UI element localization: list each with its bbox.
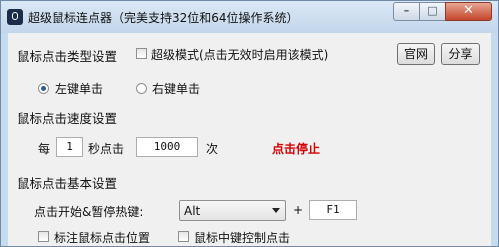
hotkey-modifier-select[interactable]: Alt xyxy=(179,200,286,221)
window-title: 超级鼠标连点器（完美支持32位和64位操作系统） xyxy=(28,11,299,25)
mark-position-checkbox[interactable] xyxy=(38,231,49,242)
middle-button-label[interactable]: 鼠标中键控制点击 xyxy=(194,229,290,246)
minimize-icon: – xyxy=(403,4,410,17)
hotkey-modifier-value: Alt xyxy=(184,204,201,218)
left-click-label[interactable]: 左键单击 xyxy=(55,80,103,97)
click-status: 点击停止 xyxy=(272,142,321,156)
close-button[interactable]: ✕ xyxy=(445,2,492,21)
seconds-clicks-label: 秒点击 xyxy=(88,142,125,156)
website-button[interactable]: 官网 xyxy=(397,43,435,65)
times-label: 次 xyxy=(206,142,219,156)
close-icon: ✕ xyxy=(463,3,474,18)
hotkey-key-input[interactable]: F1 xyxy=(309,200,357,220)
super-mode-checkbox[interactable] xyxy=(136,48,147,59)
client-area: 鼠标点击类型设置 超级模式(点击无效时启用该模式) 官网 分享 左键单击 右键单… xyxy=(8,33,491,246)
hotkey-label: 点击开始&暂停热键: xyxy=(34,205,144,219)
title-bar[interactable]: 超级鼠标连点器（完美支持32位和64位操作系统） – □ ✕ xyxy=(1,1,498,33)
right-click-label[interactable]: 右键单击 xyxy=(152,80,200,97)
maximize-icon: □ xyxy=(427,4,438,17)
mouse-app-icon xyxy=(7,9,23,25)
mark-position-label[interactable]: 标注鼠标点击位置 xyxy=(54,229,150,246)
maximize-button[interactable]: □ xyxy=(419,2,446,21)
clicks-input[interactable]: 1000 xyxy=(136,137,198,157)
super-mode-label[interactable]: 超级模式(点击无效时启用该模式) xyxy=(151,46,328,63)
left-click-radio[interactable] xyxy=(38,83,49,94)
middle-button-checkbox[interactable] xyxy=(178,231,189,242)
every-label: 每 xyxy=(38,142,51,156)
right-click-radio[interactable] xyxy=(136,83,147,94)
click-type-heading: 鼠标点击类型设置 xyxy=(17,49,118,64)
plus-sign: + xyxy=(293,203,304,217)
speed-heading: 鼠标点击速度设置 xyxy=(17,111,118,126)
basic-settings-heading: 鼠标点击基本设置 xyxy=(17,176,118,191)
share-button[interactable]: 分享 xyxy=(441,43,480,65)
chevron-down-icon xyxy=(272,208,280,213)
minimize-button[interactable]: – xyxy=(393,2,420,21)
seconds-input[interactable]: 1 xyxy=(56,137,83,157)
app-window: 超级鼠标连点器（完美支持32位和64位操作系统） – □ ✕ 鼠标点击类型设置 … xyxy=(0,0,499,247)
